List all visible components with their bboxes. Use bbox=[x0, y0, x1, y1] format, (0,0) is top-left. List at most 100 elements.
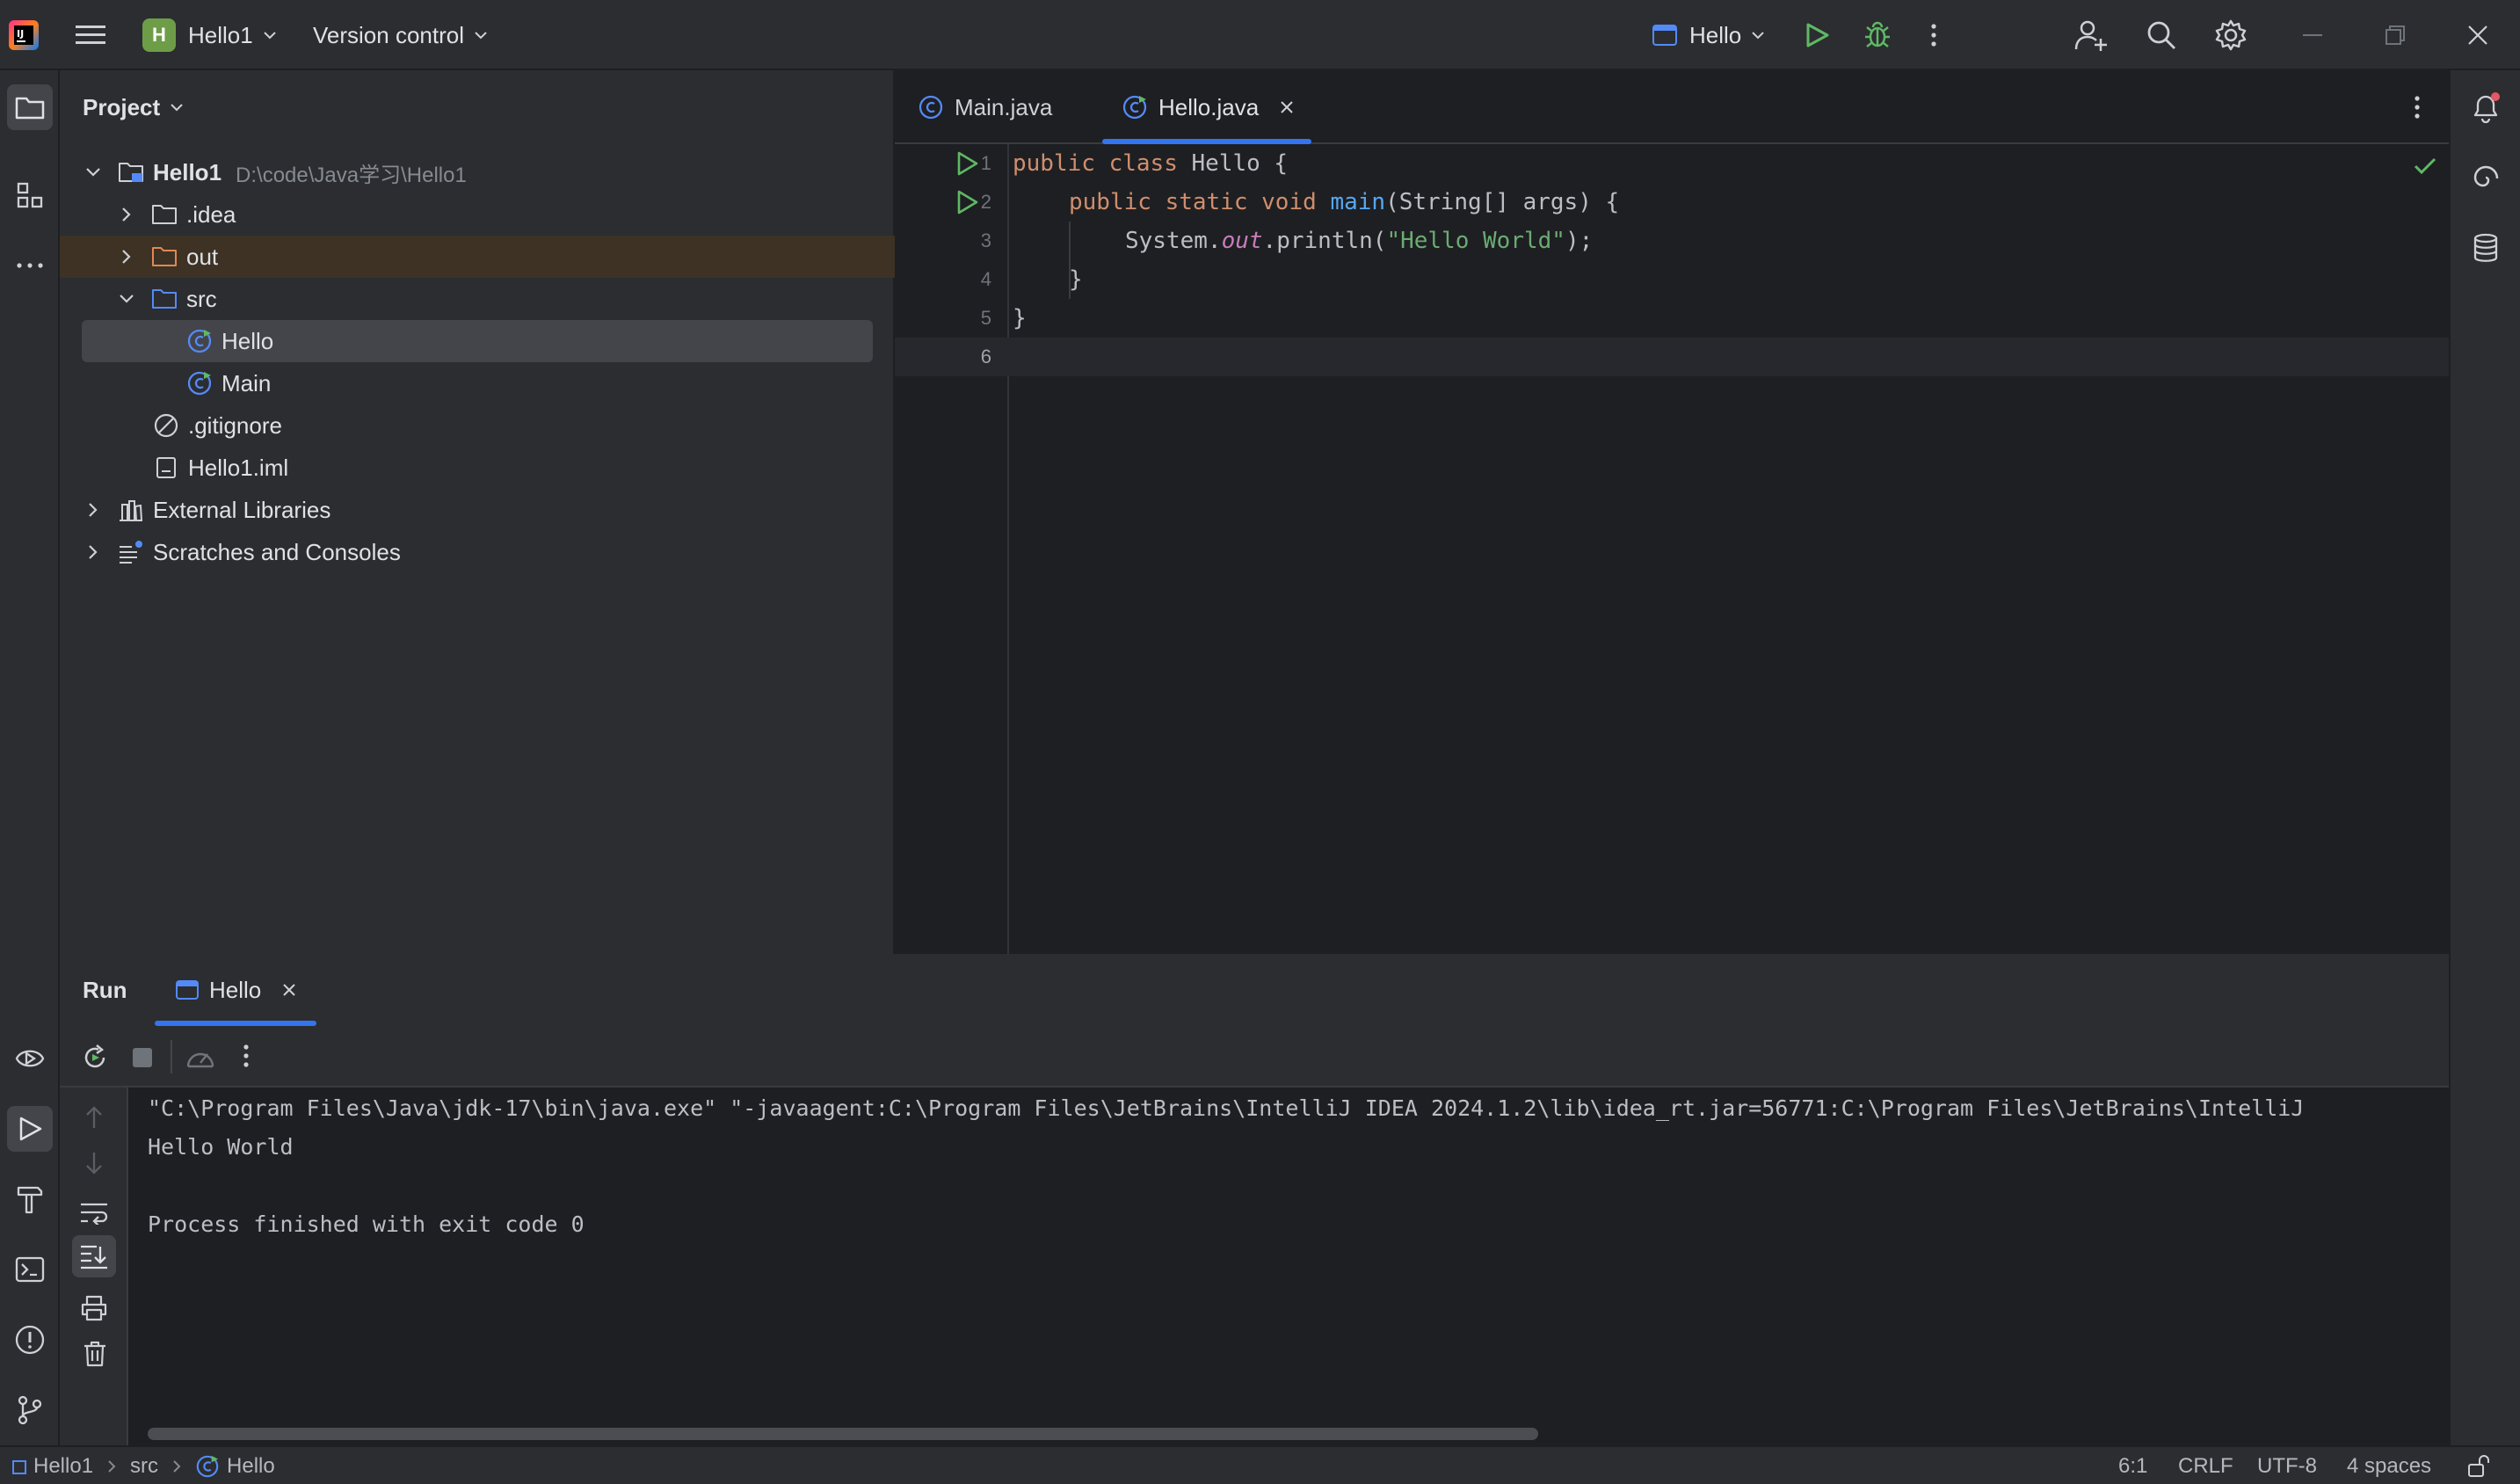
chevron-down-icon bbox=[120, 295, 134, 303]
stop-button[interactable] bbox=[132, 1047, 153, 1068]
add-user-icon bbox=[2074, 20, 2107, 51]
run-tab-hello[interactable]: Hello bbox=[176, 954, 296, 1026]
java-class-runnable-icon bbox=[187, 371, 212, 396]
tree-item-label: Hello bbox=[221, 327, 274, 354]
console-output-line: Hello World bbox=[148, 1134, 294, 1160]
restore-window-button[interactable] bbox=[2386, 0, 2405, 70]
gutter-run-button[interactable] bbox=[956, 190, 979, 215]
chevron-down-icon bbox=[86, 168, 100, 177]
folder-icon bbox=[15, 97, 45, 120]
search-everywhere-button[interactable] bbox=[2146, 0, 2176, 70]
close-window-button[interactable] bbox=[2468, 0, 2487, 70]
root-path: D:\code\Java学习\Hello1 bbox=[236, 163, 467, 187]
search-icon bbox=[2147, 21, 2175, 49]
project-tool-button[interactable] bbox=[7, 84, 53, 130]
version-control-menu[interactable]: Version control bbox=[313, 0, 487, 70]
editor-tabs-menu-button[interactable] bbox=[2414, 95, 2421, 120]
run-config-selector[interactable]: Hello bbox=[1652, 0, 1764, 70]
tree-item-scratches[interactable]: Scratches and Consoles bbox=[60, 531, 895, 573]
tab-main-java[interactable]: Main.java bbox=[918, 70, 1052, 144]
root-name: Hello1 bbox=[153, 158, 222, 186]
services-tool-button[interactable] bbox=[7, 1036, 53, 1081]
scratches-icon bbox=[120, 541, 142, 564]
application-config-icon bbox=[1652, 25, 1677, 46]
run-tool-button[interactable] bbox=[7, 1106, 53, 1152]
notifications-button[interactable] bbox=[2463, 84, 2509, 130]
tab-hello-java[interactable]: Hello.java bbox=[1122, 70, 1294, 144]
title-bar: IJ H Hello1 Version control Hello bbox=[0, 0, 2520, 70]
module-file-icon bbox=[156, 457, 176, 478]
database-tool-button[interactable] bbox=[2463, 225, 2509, 271]
ai-assistant-button[interactable] bbox=[2463, 155, 2509, 200]
structure-icon bbox=[17, 182, 43, 208]
arrow-up-icon bbox=[86, 1106, 102, 1128]
settings-button[interactable] bbox=[2215, 0, 2247, 70]
minimize-icon bbox=[2303, 34, 2322, 36]
status-bar: Hello1 src Hello 6:1 CRLF UTF-8 4 spaces bbox=[0, 1445, 2520, 1484]
build-tool-button[interactable] bbox=[7, 1176, 53, 1222]
project-switcher[interactable]: H Hello1 bbox=[142, 0, 276, 70]
tree-item-main[interactable]: Main bbox=[60, 362, 895, 404]
intellij-logo-icon[interactable]: IJ bbox=[9, 0, 39, 70]
problems-tool-button[interactable] bbox=[7, 1317, 53, 1363]
code-with-me-button[interactable] bbox=[2074, 0, 2108, 70]
indent-setting[interactable]: 4 spaces bbox=[2347, 1447, 2431, 1484]
scroll-to-end-button[interactable] bbox=[72, 1235, 116, 1277]
soft-wrap-button[interactable] bbox=[79, 1200, 109, 1225]
main-menu-button[interactable] bbox=[76, 0, 105, 70]
caret-position[interactable]: 6:1 bbox=[2118, 1447, 2147, 1484]
tree-item-label: External Libraries bbox=[153, 496, 331, 523]
version-control-label: Version control bbox=[313, 21, 464, 48]
run-more-button[interactable] bbox=[243, 1044, 250, 1068]
console-horizontal-scrollbar[interactable] bbox=[148, 1428, 1538, 1440]
java-class-icon bbox=[919, 95, 943, 120]
branch-icon bbox=[18, 1395, 42, 1425]
terminal-tool-button[interactable] bbox=[7, 1247, 53, 1292]
tree-item-src[interactable]: src bbox=[60, 278, 895, 320]
tree-item-gitignore[interactable]: .gitignore bbox=[60, 404, 895, 447]
tree-item-root[interactable]: Hello1 D:\code\Java学习\Hello1 bbox=[60, 151, 895, 193]
breadcrumb: Hello1 src Hello bbox=[12, 1447, 275, 1484]
more-tools-button[interactable] bbox=[7, 243, 53, 288]
tree-item-external-libraries[interactable]: External Libraries bbox=[60, 489, 895, 531]
minimize-window-button[interactable] bbox=[2303, 0, 2322, 70]
right-tool-strip bbox=[2449, 70, 2520, 1445]
breadcrumb-item[interactable]: Hello1 bbox=[33, 1447, 93, 1484]
close-tab-icon[interactable] bbox=[282, 983, 296, 997]
breadcrumb-item[interactable]: Hello bbox=[227, 1447, 275, 1484]
structure-tool-button[interactable] bbox=[7, 172, 53, 218]
next-occurrence-button[interactable] bbox=[84, 1151, 104, 1175]
file-encoding[interactable]: UTF-8 bbox=[2257, 1447, 2317, 1484]
bell-icon bbox=[2473, 92, 2500, 123]
tree-item-iml[interactable]: Hello1.iml bbox=[60, 447, 895, 489]
project-panel-header[interactable]: Project bbox=[83, 70, 183, 144]
chevron-right-icon bbox=[122, 207, 131, 222]
svg-text:IJ: IJ bbox=[17, 28, 24, 40]
breadcrumb-item[interactable]: src bbox=[130, 1447, 158, 1484]
debug-button[interactable] bbox=[1863, 0, 1892, 70]
gutter-run-button[interactable] bbox=[956, 151, 979, 176]
inspection-ok-icon[interactable] bbox=[2414, 156, 2436, 176]
tree-item-hello[interactable]: Hello bbox=[60, 320, 895, 362]
read-only-toggle[interactable] bbox=[2466, 1447, 2491, 1484]
run-panel-title: Run bbox=[83, 976, 127, 1003]
rerun-button[interactable] bbox=[81, 1044, 109, 1072]
unlock-icon bbox=[2468, 1455, 2489, 1477]
more-actions-button[interactable] bbox=[1930, 0, 1937, 70]
soft-wrap-icon bbox=[81, 1203, 108, 1225]
tree-item-label: Main bbox=[221, 369, 272, 396]
problems-icon bbox=[15, 1325, 45, 1355]
git-tool-button[interactable] bbox=[7, 1387, 53, 1433]
print-button[interactable] bbox=[81, 1295, 107, 1321]
previous-occurrence-button[interactable] bbox=[84, 1105, 104, 1130]
attach-profiler-button[interactable] bbox=[185, 1044, 216, 1072]
tree-item-idea[interactable]: .idea bbox=[60, 193, 895, 236]
console-output-line: "C:\Program Files\Java\jdk-17\bin\java.e… bbox=[148, 1095, 2305, 1121]
run-icon bbox=[957, 190, 978, 215]
clear-all-button[interactable] bbox=[83, 1341, 107, 1367]
run-button[interactable] bbox=[1804, 0, 1830, 70]
gear-icon bbox=[2215, 19, 2247, 51]
line-separator[interactable]: CRLF bbox=[2178, 1447, 2233, 1484]
tree-item-out[interactable]: out bbox=[60, 236, 895, 278]
close-tab-icon[interactable] bbox=[1280, 100, 1294, 114]
